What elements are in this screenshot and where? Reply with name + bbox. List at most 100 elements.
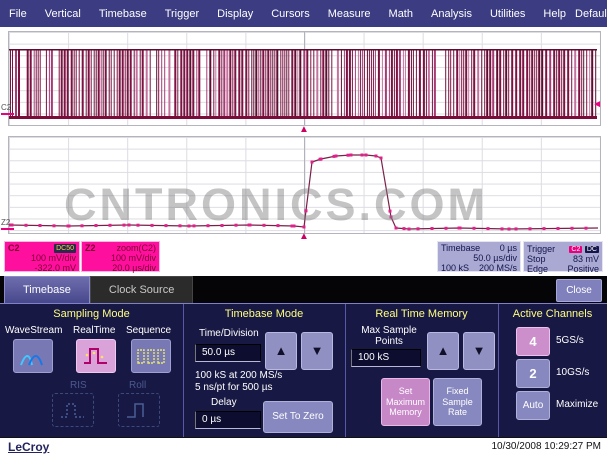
timebase-descriptor-box[interactable]: Timebase 0 µs 50.0 µs/div 100 kS 200 MS/… [437, 241, 521, 272]
menu-display[interactable]: Display [208, 8, 262, 20]
lecroy-logo: LeCroy [8, 440, 49, 454]
real-time-memory-section: Real Time Memory Max Sample Points 100 k… [345, 304, 498, 437]
timebase-mode-title: Timebase Mode [183, 308, 345, 320]
oscilloscope-screen: File Vertical Timebase Trigger Display C… [0, 0, 607, 455]
z2-vdiv: 100 mV/div [85, 253, 156, 263]
wavestream-label: WaveStream [5, 325, 62, 336]
default-label: Default: [575, 8, 607, 20]
timebase-title: Timebase [441, 243, 480, 253]
menu-vertical[interactable]: Vertical [36, 8, 90, 20]
trigger-time-marker-bottom[interactable]: ▲ [299, 233, 309, 241]
c2-offset: -322.0 mV [8, 263, 76, 273]
c2-grid: ◄ [8, 31, 601, 126]
panel-tab-row: Timebase Clock Source [0, 276, 607, 303]
menu-file[interactable]: File [0, 8, 36, 20]
menu-timebase[interactable]: Timebase [90, 8, 156, 20]
channels-auto-button[interactable]: Auto [516, 391, 550, 420]
menu-help[interactable]: Help [534, 8, 575, 20]
channels-4-rate-label: 5GS/s [556, 335, 584, 346]
fixed-sample-rate-button[interactable]: Fixed Sample Rate [433, 378, 482, 426]
sequence-button[interactable] [131, 339, 171, 373]
c2-coupling-badge: DC50 [54, 244, 76, 253]
datetime: 10/30/2008 10:29:27 PM [491, 441, 601, 452]
realtime-label: RealTime [73, 325, 115, 336]
close-button[interactable]: Close [556, 279, 602, 302]
ris-icon [59, 399, 87, 421]
ris-label: RIS [70, 380, 87, 391]
trigger-descriptor-box[interactable]: Trigger C2 DC Stop 83 mV Edge Positive [523, 241, 603, 272]
trigger-mode: Stop [527, 254, 546, 264]
active-channels-section: Active Channels 4 5GS/s 2 10GS/s Auto Ma… [498, 304, 607, 437]
menu-cursors[interactable]: Cursors [262, 8, 319, 20]
menu-analysis[interactable]: Analysis [422, 8, 481, 20]
c2-id: C2 [8, 243, 20, 253]
panel-content: Sampling Mode WaveStream RealTime Sequen… [0, 303, 607, 437]
timebase-rate: 200 MS/s [479, 263, 517, 273]
watermark: CNTRONICS.COM [64, 179, 488, 231]
menu-measure[interactable]: Measure [319, 8, 380, 20]
footer: LeCroy 10/30/2008 10:29:27 PM [0, 437, 607, 455]
set-to-zero-button[interactable]: Set To Zero [263, 401, 333, 433]
sequence-label: Sequence [126, 325, 171, 336]
timebase-samples: 100 kS [441, 263, 469, 273]
c2-burst-trace [9, 32, 598, 125]
trigger-coupling-badge: DC [585, 246, 599, 253]
roll-label: Roll [129, 380, 146, 391]
trigger-level-marker[interactable]: ◄ [592, 100, 602, 110]
delay-field[interactable]: 0 µs [195, 411, 261, 429]
z2-id: Z2 [85, 243, 96, 253]
max-sample-up-button[interactable]: ▲ [427, 332, 459, 370]
trigger-title: Trigger [527, 244, 555, 254]
ris-button[interactable] [52, 393, 94, 427]
menu-utilities[interactable]: Utilities [481, 8, 534, 20]
z2-source: zoom(C2) [116, 243, 156, 253]
max-sample-field[interactable]: 100 kS [351, 349, 421, 367]
time-division-label: Time/Division [199, 328, 259, 339]
time-division-down-button[interactable]: ▼ [301, 332, 333, 370]
sampling-mode-title: Sampling Mode [0, 308, 183, 320]
channels-2-button[interactable]: 2 [516, 359, 550, 388]
control-panel: Timebase Clock Source Close Sampling Mod… [0, 276, 607, 437]
tab-clock-source[interactable]: Clock Source [90, 276, 193, 303]
z2-trace-label: Z2 [1, 218, 14, 230]
max-sample-label-1: Max Sample [357, 325, 421, 336]
channels-2-rate-label: 10GS/s [556, 367, 589, 378]
set-maximum-memory-button[interactable]: Set Maximum Memory [381, 378, 430, 426]
waveform-display: ◄ C2 ▲ Z2 ▲ CNTRONICS.COM [0, 27, 607, 240]
menu-trigger[interactable]: Trigger [156, 8, 208, 20]
timebase-tdiv: 50.0 µs/div [441, 253, 517, 263]
active-channels-title: Active Channels [498, 308, 607, 320]
roll-icon [125, 399, 153, 421]
wavestream-icon [19, 345, 47, 367]
tab-timebase[interactable]: Timebase [4, 276, 90, 303]
menu-bar: File Vertical Timebase Trigger Display C… [0, 0, 607, 27]
realtime-button[interactable] [76, 339, 116, 373]
trigger-source-badge: C2 [569, 246, 582, 253]
z2-trace-label-text: Z2 [1, 218, 10, 227]
c2-trace-label-text: C2 [1, 103, 11, 112]
memory-info-line2: 5 ns/pt for 500 µs [195, 382, 272, 393]
sequence-icon [136, 345, 166, 367]
wavestream-button[interactable] [13, 339, 53, 373]
max-sample-down-button[interactable]: ▼ [463, 332, 495, 370]
trigger-time-marker-top[interactable]: ▲ [299, 126, 309, 134]
timebase-mode-section: Timebase Mode Time/Division 50.0 µs ▲ ▼ … [183, 304, 345, 437]
menu-math[interactable]: Math [380, 8, 422, 20]
z2-descriptor-box[interactable]: Z2 zoom(C2) 100 mV/div 20.0 µs/div [81, 241, 160, 272]
roll-button[interactable] [118, 393, 160, 427]
c2-vdiv: 100 mV/div [8, 253, 76, 263]
z2-tdiv: 20.0 µs/div [85, 263, 156, 273]
real-time-memory-title: Real Time Memory [345, 308, 498, 320]
trigger-type: Edge [527, 264, 548, 274]
time-division-up-button[interactable]: ▲ [265, 332, 297, 370]
max-sample-label-2: Points [357, 336, 421, 347]
c2-trace-label: C2 [1, 103, 14, 115]
realtime-icon [82, 345, 110, 367]
delay-label: Delay [211, 397, 237, 408]
trigger-slope: Positive [567, 264, 599, 274]
channels-4-button[interactable]: 4 [516, 327, 550, 356]
time-division-field[interactable]: 50.0 µs [195, 344, 261, 362]
trigger-level: 83 mV [573, 254, 599, 264]
memory-info-line1: 100 kS at 200 MS/s [195, 370, 282, 381]
c2-descriptor-box[interactable]: C2 DC50 100 mV/div -322.0 mV [4, 241, 80, 272]
